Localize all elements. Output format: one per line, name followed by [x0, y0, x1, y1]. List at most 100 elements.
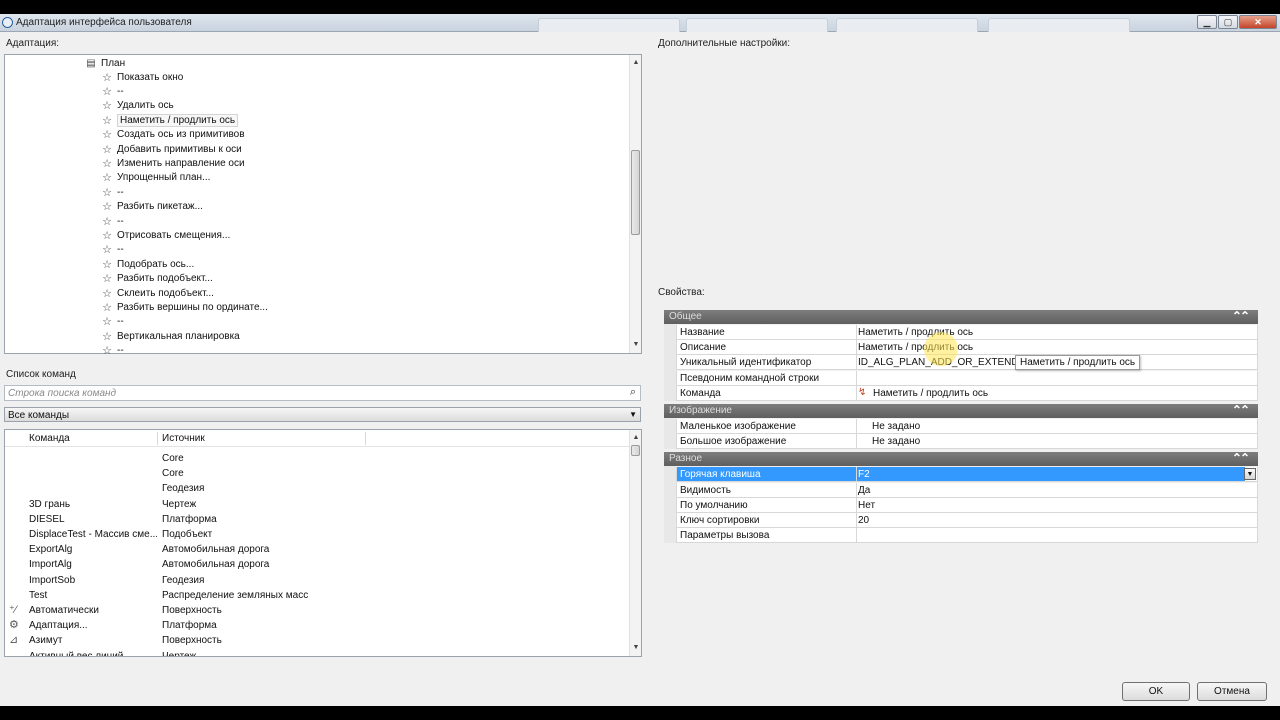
maximize-button[interactable]: ▢	[1218, 15, 1238, 29]
tree-item[interactable]: ☆ Показать окно	[101, 70, 183, 84]
cancel-button[interactable]: Отмена	[1197, 682, 1267, 701]
tree-item[interactable]: ☆ --	[101, 84, 124, 98]
tree-node-plan[interactable]: ▤ План	[85, 56, 125, 70]
property-value[interactable]: Да	[858, 485, 870, 496]
column-divider[interactable]	[856, 385, 857, 401]
search-icon[interactable]: ⌕	[630, 386, 636, 399]
ok-button[interactable]: OK	[1122, 682, 1190, 701]
column-divider[interactable]	[856, 467, 857, 483]
column-header-source[interactable]: Источник	[162, 433, 205, 444]
table-row[interactable]: Активный вес линий Чертеж	[5, 649, 630, 656]
property-row[interactable]: ↯ Команда Наметить / продлить ось	[676, 385, 1258, 401]
tree-item[interactable]: ☆ --	[101, 185, 124, 199]
tree-item[interactable]: ☆ Добавить примитивы к оси	[101, 142, 242, 156]
tree-item[interactable]: ☆ Вертикальная планировка	[101, 329, 240, 343]
scroll-up-icon[interactable]: ▲	[630, 57, 642, 69]
tree-item[interactable]: ☆ Наметить / продлить ось	[101, 113, 239, 127]
column-divider[interactable]	[157, 432, 158, 445]
property-row[interactable]: По умолчанию Нет	[676, 497, 1258, 513]
command-filter-dropdown[interactable]: Все команды ▼	[4, 407, 641, 422]
grid-scrollbar[interactable]: ▲ ▼	[629, 430, 641, 656]
tree-item[interactable]: ☆ Подобрать ось...	[101, 257, 194, 271]
scroll-thumb[interactable]	[631, 445, 640, 456]
property-category[interactable]: Разное ⌃⌃	[664, 451, 1258, 467]
property-row[interactable]: Большое изображение Не задано	[676, 434, 1258, 450]
tree-item[interactable]: ☆ Создать ось из примитивов	[101, 128, 244, 142]
property-value[interactable]: Не задано	[872, 421, 920, 432]
property-row[interactable]: Псевдоним командной строки	[676, 370, 1258, 386]
property-value[interactable]: Наметить / продлить ось	[858, 327, 973, 338]
tree-item[interactable]: ☆ Разбить пикетаж...	[101, 200, 203, 214]
tree-item[interactable]: ☆ Склеить подобъект...	[101, 286, 214, 300]
property-value[interactable]: 20	[858, 515, 869, 526]
column-header-command[interactable]: Команда	[29, 433, 70, 444]
property-category[interactable]: Изображение ⌃⌃	[664, 403, 1258, 418]
property-row[interactable]: Название Наметить / продлить ось	[676, 325, 1258, 340]
command-search-input[interactable]: Строка поиска команд ⌕	[4, 385, 641, 401]
property-value[interactable]: Наметить / продлить ось	[873, 388, 988, 399]
scroll-down-icon[interactable]: ▼	[630, 642, 641, 654]
property-grid[interactable]: Общее ⌃⌃ Название Наметить / продлить ось Оп…	[664, 309, 1258, 555]
column-divider[interactable]	[856, 528, 857, 544]
property-value[interactable]: F2	[858, 469, 870, 480]
column-divider[interactable]	[856, 370, 857, 386]
table-row[interactable]: ExportAlg Автомобильная дорога	[5, 542, 630, 557]
table-row[interactable]: Core	[5, 451, 630, 466]
chevron-down-icon[interactable]: ▼	[1244, 468, 1256, 481]
table-row[interactable]: Core	[5, 466, 630, 481]
tree-scrollbar[interactable]: ▲ ▼	[629, 55, 641, 353]
property-row[interactable]: Маленькое изображение Не задано	[676, 419, 1258, 434]
tree-item[interactable]: ☆ Отрисовать смещения...	[101, 228, 230, 242]
scroll-down-icon[interactable]: ▼	[630, 339, 642, 351]
table-row[interactable]: ⊿ Азимут Поверхность	[5, 633, 630, 648]
minimize-button[interactable]: ▁	[1197, 15, 1217, 29]
property-value[interactable]: Нет	[858, 500, 875, 511]
table-row[interactable]: ImportSob Геодезия	[5, 573, 630, 588]
tree-item[interactable]: ☆ --	[101, 344, 124, 358]
source-cell: Геодезия	[162, 574, 205, 586]
column-divider[interactable]	[856, 513, 857, 528]
property-name: Видимость	[680, 484, 731, 496]
tree-item[interactable]: ☆ --	[101, 214, 124, 228]
collapse-icon[interactable]: ⌃⌃	[1232, 451, 1250, 465]
table-row[interactable]: DIESEL Платформа	[5, 512, 630, 527]
column-divider[interactable]	[856, 340, 857, 356]
table-row[interactable]: Геодезия	[5, 481, 630, 496]
tree-item[interactable]: ☆ --	[101, 243, 124, 257]
column-divider[interactable]	[856, 355, 857, 371]
property-row[interactable]: Видимость Да	[676, 482, 1258, 498]
column-divider[interactable]	[856, 434, 857, 450]
tree-item[interactable]: ☆ Упрощенный план...	[101, 171, 210, 185]
column-divider[interactable]	[856, 482, 857, 498]
table-row[interactable]: DisplaceTest - Массив сме... Подобъект	[5, 527, 630, 542]
property-row[interactable]: Горячая клавиша F2 ▼	[676, 467, 1258, 483]
tree-item[interactable]: ☆ Разбить подобъект...	[101, 272, 213, 286]
property-category[interactable]: Общее ⌃⌃	[664, 309, 1258, 324]
command-grid[interactable]: Команда Источник Core Core Геодезия 3D гран…	[4, 429, 642, 657]
source-cell: Распределение земляных масс	[162, 589, 309, 601]
collapse-icon[interactable]: ⌃⌃	[1232, 403, 1250, 417]
property-row[interactable]: Ключ сортировки 20	[676, 513, 1258, 528]
tree-item[interactable]: ☆ Разбить вершины по ординате...	[101, 300, 268, 314]
property-row[interactable]: Уникальный идентификаторID_ALG_PLAN_ADD_…	[676, 355, 1258, 371]
adaptation-tree[interactable]: ▤ План ☆ Показать окно ☆ -- ☆ Удалить ось ☆ Нам…	[4, 54, 642, 357]
property-value[interactable]: Не задано	[872, 436, 920, 447]
scroll-up-icon[interactable]: ▲	[630, 432, 641, 444]
column-divider[interactable]	[856, 497, 857, 513]
tree-item[interactable]: ☆ --	[101, 315, 124, 329]
table-row[interactable]: ImportAlg Автомобильная дорога	[5, 557, 630, 572]
property-row[interactable]: Параметры вызова	[676, 528, 1258, 544]
collapse-icon[interactable]: ⌃⌃	[1232, 309, 1250, 323]
table-row[interactable]: Test Распределение земляных масс	[5, 588, 630, 603]
table-row[interactable]: ⁺⁄ Автоматически Поверхность	[5, 603, 630, 618]
table-row[interactable]: 3D грань Чертеж	[5, 497, 630, 512]
tree-item[interactable]: ☆ Удалить ось	[101, 99, 174, 113]
column-divider[interactable]	[856, 325, 857, 340]
tree-item[interactable]: ☆ Изменить направление оси	[101, 156, 245, 170]
column-divider[interactable]	[365, 432, 366, 445]
scroll-thumb[interactable]	[631, 150, 640, 235]
property-row[interactable]: Описание Наметить / продлить ось	[676, 340, 1258, 356]
close-button[interactable]: ✕	[1239, 15, 1277, 29]
column-divider[interactable]	[856, 419, 857, 434]
table-row[interactable]: ⚙ Адаптация... Платформа	[5, 618, 630, 633]
